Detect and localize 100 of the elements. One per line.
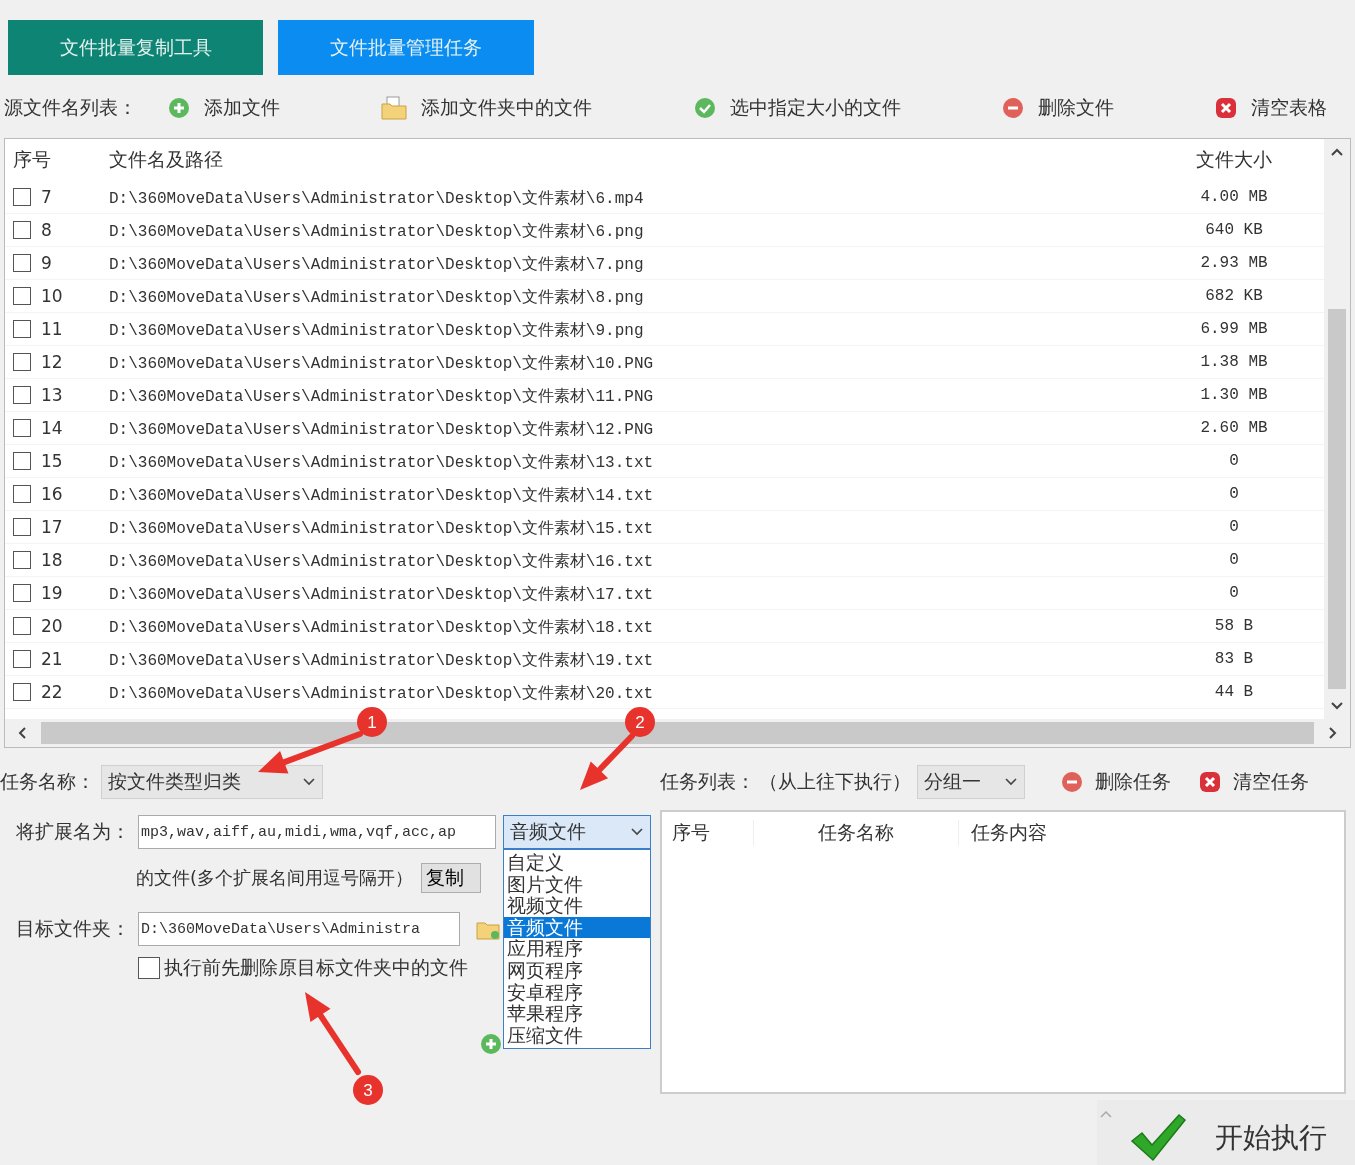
dropdown-option[interactable]: 苹果程序 — [504, 1003, 650, 1025]
checkbox[interactable] — [13, 320, 31, 338]
row-number: 7 — [41, 187, 52, 207]
toolbar-note: （从上往下执行） — [759, 769, 911, 794]
checkbox[interactable] — [13, 584, 31, 602]
extension-field[interactable]: mp3,wav,aiff,au,midi,wma,vqf,acc,ap — [138, 815, 496, 849]
file-size: 0 — [1228, 518, 1240, 536]
file-size: 682 KB — [1204, 287, 1264, 305]
dropdown-option[interactable]: 网页程序 — [504, 959, 650, 982]
checkbox[interactable] — [13, 683, 31, 701]
checkbox[interactable] — [13, 353, 31, 371]
file-size: 83 B — [1213, 650, 1255, 668]
checkbox[interactable] — [13, 617, 31, 635]
checkbox[interactable] — [13, 650, 31, 668]
row-number: 13 — [41, 385, 63, 405]
toolbar-button[interactable]: 清空表格 — [1215, 95, 1327, 121]
file-path: D:\360MoveData\Users\Administrator\Desktop\文件素材\13.txt — [109, 454, 654, 472]
toolbar-button[interactable]: 选中指定大小的文件 — [693, 95, 901, 121]
dropdown-option[interactable]: 压缩文件 — [504, 1024, 650, 1047]
target-folder-field[interactable]: D:\360MoveData\Users\Administra — [138, 912, 460, 946]
chevron-up-icon[interactable] — [1330, 147, 1344, 157]
row-number: 16 — [41, 484, 63, 504]
row-number: 12 — [41, 352, 63, 372]
checkbox[interactable] — [13, 386, 31, 404]
checkbox[interactable] — [13, 254, 31, 272]
toolbar-button[interactable]: 添加文件 — [168, 95, 280, 121]
chevron-down-icon — [630, 827, 644, 837]
file-path: D:\360MoveData\Users\Administrator\Desktop\文件素材\10.PNG — [109, 355, 654, 373]
close-icon — [1199, 771, 1221, 793]
checkbox[interactable] — [13, 419, 31, 437]
chevron-down-icon[interactable] — [1330, 701, 1344, 711]
file-size: 58 B — [1213, 617, 1255, 635]
checkbox[interactable] — [138, 957, 160, 979]
file-size: 0 — [1228, 485, 1240, 503]
checkbox[interactable] — [13, 551, 31, 569]
tab[interactable]: 文件批量复制工具 — [8, 20, 263, 75]
toolbar-button[interactable]: 删除任务 — [1061, 769, 1171, 795]
checkmark-icon — [1129, 1113, 1187, 1163]
file-size: 44 B — [1213, 683, 1255, 701]
file-path: D:\360MoveData\Users\Administrator\Desktop\文件素材\6.mp4 — [109, 190, 644, 208]
vertical-scrollbar[interactable] — [1324, 139, 1350, 719]
toolbar-button[interactable]: 添加文件夹中的文件 — [381, 95, 593, 121]
toolbar-button[interactable]: 删除文件 — [1001, 95, 1114, 121]
file-type-dropdown[interactable]: 音频文件 — [503, 815, 651, 849]
start-button[interactable]: 开始执行 — [1097, 1100, 1355, 1165]
column-header: 任务名称 — [754, 820, 959, 846]
copy-button[interactable]: 复制 — [421, 863, 482, 893]
row-number: 20 — [41, 616, 63, 636]
column-header: 序号 — [662, 820, 754, 846]
step-badge: 2 — [625, 707, 655, 737]
file-size: 6.99 MB — [1199, 320, 1269, 338]
checkbox[interactable] — [13, 518, 31, 536]
file-path: D:\360MoveData\Users\Administrator\Desktop\文件素材\20.txt — [109, 685, 654, 703]
task-name-dropdown[interactable]: 按文件类型归类 — [101, 765, 323, 799]
file-path: D:\360MoveData\Users\Administrator\Desktop\文件素材\14.txt — [109, 487, 654, 505]
toolbar-button[interactable]: 清空任务 — [1199, 769, 1309, 795]
checkbox[interactable] — [13, 452, 31, 470]
check-icon — [693, 97, 716, 119]
dropdown-option[interactable]: 应用程序 — [504, 938, 650, 960]
group-dropdown[interactable]: 分组一 — [917, 765, 1025, 799]
row-number: 19 — [41, 583, 63, 603]
field-label: 任务名称： — [0, 769, 95, 794]
chevron-right-icon[interactable] — [1328, 726, 1338, 740]
checkbox[interactable] — [13, 221, 31, 239]
annotation-arrow — [580, 733, 635, 790]
scroll-thumb[interactable] — [1328, 309, 1346, 689]
file-path: D:\360MoveData\Users\Administrator\Desktop\文件素材\7.png — [109, 256, 644, 274]
file-path: D:\360MoveData\Users\Administrator\Desktop\文件素材\9.png — [109, 322, 644, 340]
checkbox[interactable] — [13, 485, 31, 503]
column-header: 任务内容 — [970, 820, 1047, 845]
column-header: 文件名及路径 — [108, 147, 224, 172]
dropdown-option[interactable]: 安卓程序 — [504, 981, 650, 1004]
row-number: 18 — [41, 550, 63, 570]
file-size: 1.30 MB — [1199, 386, 1269, 404]
file-path: D:\360MoveData\Users\Administrator\Desktop\文件素材\15.txt — [109, 520, 654, 538]
file-size: 0 — [1228, 551, 1240, 569]
file-size: 2.93 MB — [1199, 254, 1269, 272]
dropdown-option[interactable]: 音频文件 — [504, 916, 650, 939]
file-path: D:\360MoveData\Users\Administrator\Desktop\文件素材\18.txt — [109, 619, 654, 637]
column-header: 文件大小 — [1195, 147, 1273, 172]
checkbox[interactable] — [13, 287, 31, 305]
step-badge: 1 — [357, 707, 387, 737]
row-number: 17 — [41, 517, 63, 537]
file-path: D:\360MoveData\Users\Administrator\Desktop\文件素材\8.png — [109, 289, 644, 307]
dropdown-option[interactable]: 图片文件 — [504, 873, 650, 896]
file-size: 4.00 MB — [1199, 188, 1269, 206]
dropdown-option[interactable]: 视频文件 — [504, 895, 650, 917]
close-icon — [1215, 97, 1237, 119]
file-path: D:\360MoveData\Users\Administrator\Desktop\文件素材\12.PNG — [109, 421, 654, 439]
checkbox-label: 执行前先删除原目标文件夹中的文件 — [164, 955, 468, 980]
chevron-left-icon[interactable] — [17, 726, 27, 740]
row-number: 11 — [41, 319, 63, 339]
row-number: 8 — [41, 220, 52, 240]
file-path: D:\360MoveData\Users\Administrator\Desktop\文件素材\16.txt — [109, 553, 654, 571]
checkbox[interactable] — [13, 188, 31, 206]
file-path: D:\360MoveData\Users\Administrator\Desktop\文件素材\6.png — [109, 223, 644, 241]
dropdown-option[interactable]: 自定义 — [504, 852, 650, 874]
row-number: 10 — [41, 286, 63, 306]
file-size: 640 KB — [1204, 221, 1264, 239]
row-number: 22 — [41, 682, 63, 702]
